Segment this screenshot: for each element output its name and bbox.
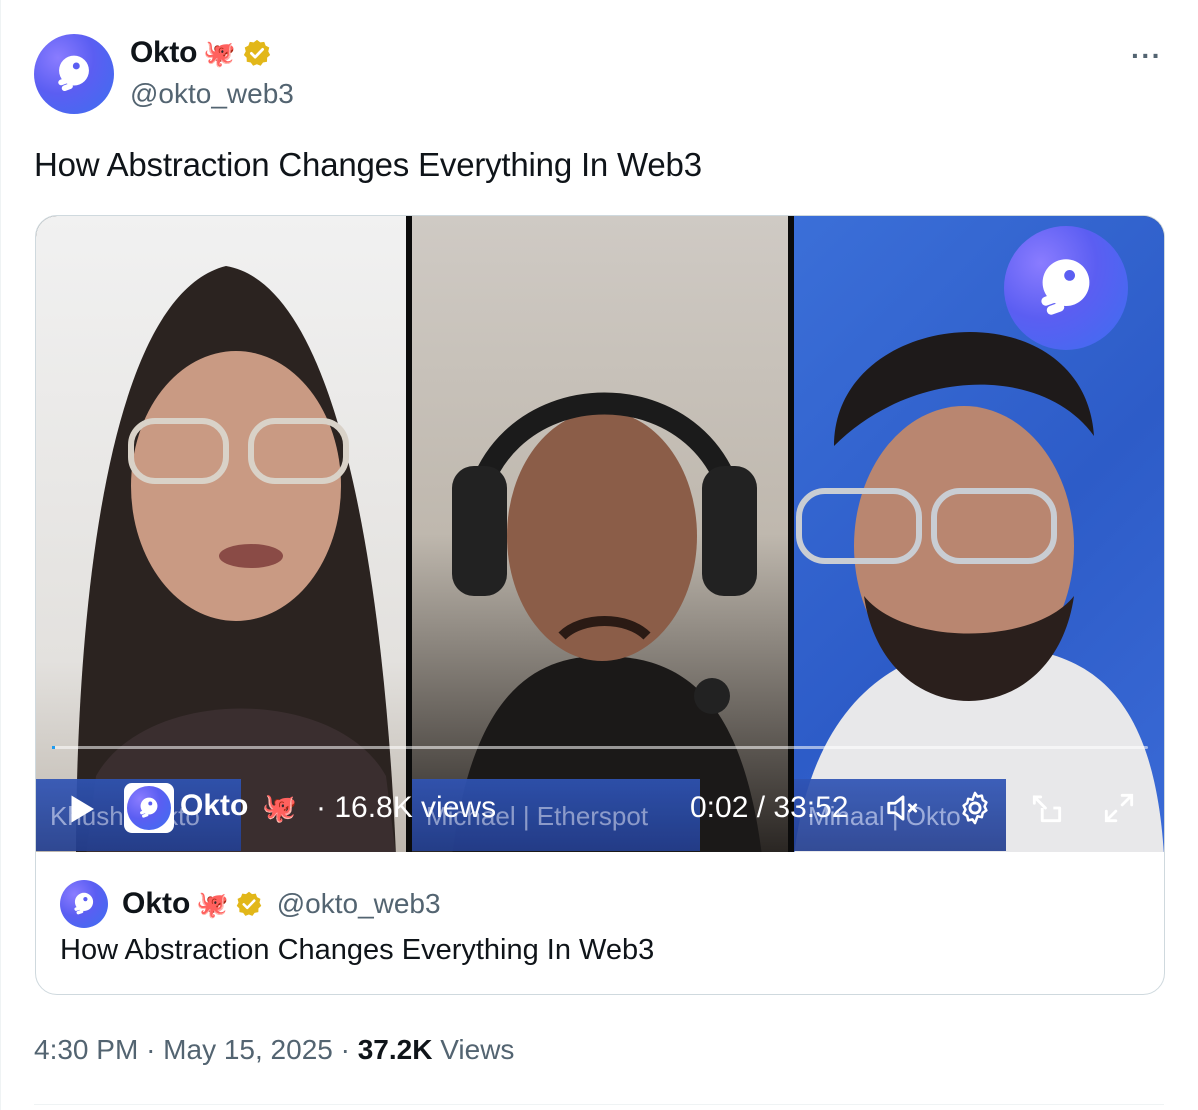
video-panel-speaker-1: Khush | Okto <box>36 216 406 852</box>
okto-watermark-logo <box>1004 226 1128 350</box>
more-options-icon[interactable]: ··· <box>1131 40 1162 72</box>
tweet-date[interactable]: May 15, 2025 <box>163 1034 333 1065</box>
quoted-tweet-text: How Abstraction Changes Everything In We… <box>60 934 655 966</box>
meta-separator: · <box>340 1034 358 1065</box>
tweet-views-label: Views <box>440 1034 515 1065</box>
verified-badge-icon[interactable] <box>242 38 272 68</box>
author-display-name[interactable]: Okto <box>130 36 197 70</box>
video-panel-speaker-2: Michael | Etherspot <box>412 216 788 852</box>
okto-logo-icon <box>1041 259 1090 315</box>
tweet-text: How Abstraction Changes Everything In We… <box>34 146 702 183</box>
video-player[interactable]: Khush | Okto Michael | Etherspot <box>36 216 1164 852</box>
tweet-time[interactable]: 4:30 PM <box>34 1034 138 1065</box>
settings-gear-icon[interactable] <box>956 789 994 827</box>
author-avatar[interactable] <box>34 34 114 114</box>
okto-logo-icon <box>74 892 94 915</box>
quoted-display-name[interactable]: Okto <box>122 887 190 921</box>
octopus-emoji: 🐙 <box>203 38 236 68</box>
bottom-divider <box>34 1104 1164 1105</box>
verified-badge-icon[interactable] <box>235 890 263 918</box>
quoted-octopus-emoji: 🐙 <box>196 888 229 919</box>
left-border <box>0 0 1 1110</box>
speaker-2-silhouette <box>452 392 762 852</box>
author-handle[interactable]: @okto_web3 <box>130 78 294 110</box>
mute-icon[interactable] <box>884 789 922 827</box>
play-icon[interactable] <box>64 791 100 827</box>
video-time: 0:02 / 33:52 <box>690 791 849 824</box>
speaker-1-silhouette <box>76 266 396 852</box>
okto-logo-icon <box>140 797 158 818</box>
video-progress-fill <box>52 746 56 749</box>
video-progress-bar[interactable] <box>52 746 1148 749</box>
quoted-author-row: Okto 🐙 @okto_web3 <box>60 880 441 928</box>
picture-in-picture-icon[interactable] <box>1028 789 1066 827</box>
quoted-author-avatar[interactable] <box>60 880 108 928</box>
fullscreen-icon[interactable] <box>1100 789 1138 827</box>
author-name-row: Okto 🐙 <box>130 36 272 70</box>
video-author-avatar[interactable] <box>124 783 174 833</box>
tweet-meta: 4:30 PM · May 15, 2025 · 37.2K Views <box>34 1034 514 1066</box>
video-controls: Okto 🐙 · 16.8K views 0:02 / 33:52 <box>36 771 1164 843</box>
quoted-video-card[interactable]: Khush | Okto Michael | Etherspot <box>35 215 1165 995</box>
okto-logo-icon <box>58 55 89 92</box>
video-panel-speaker-3: Minaal | Okto <box>794 216 1164 852</box>
quoted-handle[interactable]: @okto_web3 <box>277 888 441 920</box>
video-view-count: · 16.8K views <box>316 791 497 824</box>
video-author-emoji: 🐙 <box>262 792 297 823</box>
meta-separator: · <box>146 1034 164 1065</box>
video-author-name[interactable]: Okto <box>180 789 248 823</box>
tweet-views-count: 37.2K <box>357 1034 433 1065</box>
